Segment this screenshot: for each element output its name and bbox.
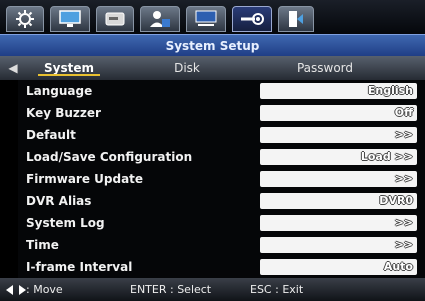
gear-icon[interactable] [6,6,44,32]
setting-label: Language [26,84,93,98]
setting-value: >> [394,238,413,251]
tab-password[interactable]: Password [270,56,380,80]
setting-value: Off [394,106,413,119]
setting-value-field[interactable]: >> [260,237,417,253]
setting-value: >> [394,172,413,185]
users-icon[interactable] [140,6,180,32]
setting-label: System Log [26,216,105,230]
setting-value: English [367,84,413,97]
setting-label: Time [26,238,59,252]
footer-help-bar: : Move ENTER : Select ESC : Exit [0,278,425,301]
setting-value: >> [394,128,413,141]
hdd-icon[interactable] [96,6,134,32]
setting-time[interactable]: Time >> [18,234,425,256]
tab-system[interactable]: System [30,56,108,80]
setting-value-field[interactable]: English [260,83,417,99]
setting-value-field[interactable]: Off [260,105,417,121]
left-right-arrow-icon [6,285,26,295]
setting-system-log[interactable]: System Log >> [18,212,425,234]
setting-value: Load >> [360,150,413,163]
system-settings-icon[interactable] [232,6,272,32]
setting-value-field[interactable]: Load >> [260,149,417,165]
setting-key-buzzer[interactable]: Key Buzzer Off [18,102,425,124]
setting-label: I-frame Interval [26,260,133,274]
setting-label: DVR Alias [26,194,92,208]
setting-label: Load/Save Configuration [26,150,193,164]
setting-value-field[interactable]: Auto [260,259,417,275]
exit-icon[interactable] [278,6,314,32]
setting-dvr-alias[interactable]: DVR Alias DVR0 [18,190,425,212]
move-hint: : Move [6,278,63,301]
monitor-icon[interactable] [50,6,90,32]
tab-left-arrow-icon[interactable]: ◀ [6,59,20,77]
setting-value: DVR0 [379,194,413,207]
setting-value-field[interactable]: >> [260,127,417,143]
setting-value: Auto [383,260,413,273]
setting-value-field[interactable]: >> [260,215,417,231]
setting-default[interactable]: Default >> [18,124,425,146]
setting-value-field[interactable]: DVR0 [260,193,417,209]
tab-disk[interactable]: Disk [152,56,222,80]
exit-hint: ESC : Exit [250,283,304,296]
setting-value: >> [394,216,413,229]
setting-label: Key Buzzer [26,106,101,120]
network-icon[interactable] [186,6,226,32]
setting-firmware-update[interactable]: Firmware Update >> [18,168,425,190]
settings-panel: Language English Key Buzzer Off Default … [18,80,425,278]
setting-i-frame-interval[interactable]: I-frame Interval Auto [18,256,425,278]
setting-language[interactable]: Language English [18,80,425,102]
top-menu-bar [0,0,425,34]
setting-label: Firmware Update [26,172,144,186]
setting-load-save-configuration[interactable]: Load/Save Configuration Load >> [18,146,425,168]
setting-label: Default [26,128,76,142]
setting-value-field[interactable]: >> [260,171,417,187]
select-hint: ENTER : Select [130,283,212,296]
move-hint-label: : Move [26,283,63,296]
page-title: System Setup [0,34,425,57]
tab-bar: ◀ System Disk Password [0,56,425,80]
